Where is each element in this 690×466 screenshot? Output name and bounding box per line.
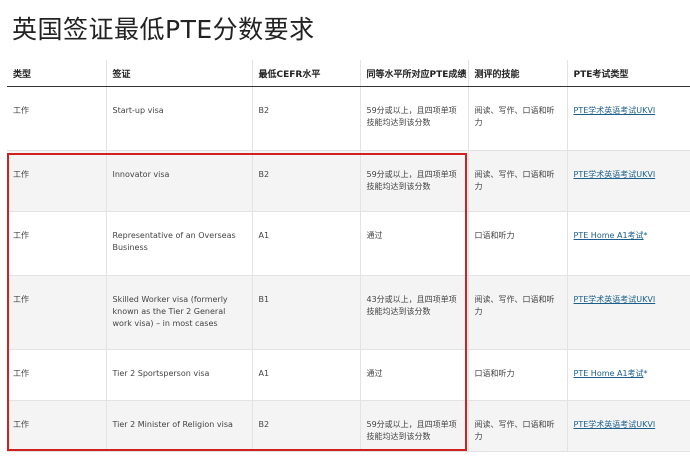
table-row: 工作 Tier 2 Sportsperson visa A1 通过 口语和听力 … [7, 349, 690, 401]
cell-test: PTE学术英语考试UKVI [566, 275, 690, 350]
test-link[interactable]: PTE学术英语考试UKVI [574, 420, 656, 429]
cell-cefr: B2 [251, 86, 360, 151]
header-skills: 测评的技能 [467, 60, 567, 87]
table-header-row: 类型 签证 最低CEFR水平 同等水平所对应PTE成绩 测评的技能 PTE考试类… [7, 60, 690, 87]
table-row: 工作 Skilled Worker visa (formerly known a… [7, 275, 690, 350]
cell-visa: Start-up visa [105, 86, 252, 151]
cell-type: 工作 [7, 275, 106, 350]
cell-pte: 59分或以上，且四项单项技能均达到该分数 [359, 400, 468, 452]
cell-test: PTE Home A1考试* [566, 211, 690, 276]
table-row: 工作 Tier 2 Minister of Religion visa B2 5… [7, 400, 690, 452]
header-test-type: PTE考试类型 [566, 60, 690, 87]
header-pte-score: 同等水平所对应PTE成绩 [359, 60, 468, 87]
footnote-star: * [643, 369, 648, 378]
cell-skills: 口语和听力 [467, 211, 567, 276]
test-link[interactable]: PTE学术英语考试UKVI [574, 106, 656, 115]
cell-visa: Representative of an Overseas Business [105, 211, 252, 276]
cell-skills: 阅读、写作、口语和听力 [467, 150, 567, 212]
cell-cefr: B1 [251, 275, 360, 350]
cell-cefr: B2 [251, 400, 360, 452]
cell-test: PTE Home A1考试* [566, 349, 690, 401]
cell-pte: 59分或以上，且四项单项技能均达到该分数 [359, 150, 468, 212]
cell-test: PTE学术英语考试UKVI [566, 86, 690, 151]
table-row: 工作 Representative of an Overseas Busines… [7, 211, 690, 276]
test-link[interactable]: PTE学术英语考试UKVI [574, 170, 656, 179]
cell-cefr: A1 [251, 349, 360, 401]
cell-pte: 通过 [359, 211, 468, 276]
footnote-star: * [643, 231, 648, 240]
cell-cefr: B2 [251, 150, 360, 212]
cell-skills: 阅读、写作、口语和听力 [467, 275, 567, 350]
cell-cefr: A1 [251, 211, 360, 276]
test-link[interactable]: PTE学术英语考试UKVI [574, 295, 656, 304]
cell-skills: 阅读、写作、口语和听力 [467, 86, 567, 151]
header-visa: 签证 [105, 60, 252, 87]
cell-type: 工作 [7, 150, 106, 212]
table-row: 工作 Start-up visa B2 59分或以上，且四项单项技能均达到该分数… [7, 86, 690, 151]
cell-visa: Innovator visa [105, 150, 252, 212]
visa-requirements-table: 类型 签证 最低CEFR水平 同等水平所对应PTE成绩 测评的技能 PTE考试类… [7, 60, 690, 452]
cell-test: PTE学术英语考试UKVI [566, 400, 690, 452]
cell-test: PTE学术英语考试UKVI [566, 150, 690, 212]
page-title: 英国签证最低PTE分数要求 [12, 15, 315, 44]
cell-visa: Tier 2 Minister of Religion visa [105, 400, 252, 452]
header-type: 类型 [7, 60, 106, 87]
cell-type: 工作 [7, 349, 106, 401]
table-row: 工作 Innovator visa B2 59分或以上，且四项单项技能均达到该分… [7, 150, 690, 212]
cell-skills: 口语和听力 [467, 349, 567, 401]
cell-pte: 通过 [359, 349, 468, 401]
cell-skills: 阅读、写作、口语和听力 [467, 400, 567, 452]
cell-visa: Skilled Worker visa (formerly known as t… [105, 275, 252, 350]
test-link[interactable]: PTE Home A1考试 [574, 231, 644, 240]
cell-pte: 43分或以上，且四项单项技能均达到该分数 [359, 275, 468, 350]
test-link[interactable]: PTE Home A1考试 [574, 369, 644, 378]
cell-type: 工作 [7, 86, 106, 151]
header-cefr: 最低CEFR水平 [251, 60, 360, 87]
cell-type: 工作 [7, 400, 106, 452]
cell-visa: Tier 2 Sportsperson visa [105, 349, 252, 401]
cell-pte: 59分或以上，且四项单项技能均达到该分数 [359, 86, 468, 151]
cell-type: 工作 [7, 211, 106, 276]
